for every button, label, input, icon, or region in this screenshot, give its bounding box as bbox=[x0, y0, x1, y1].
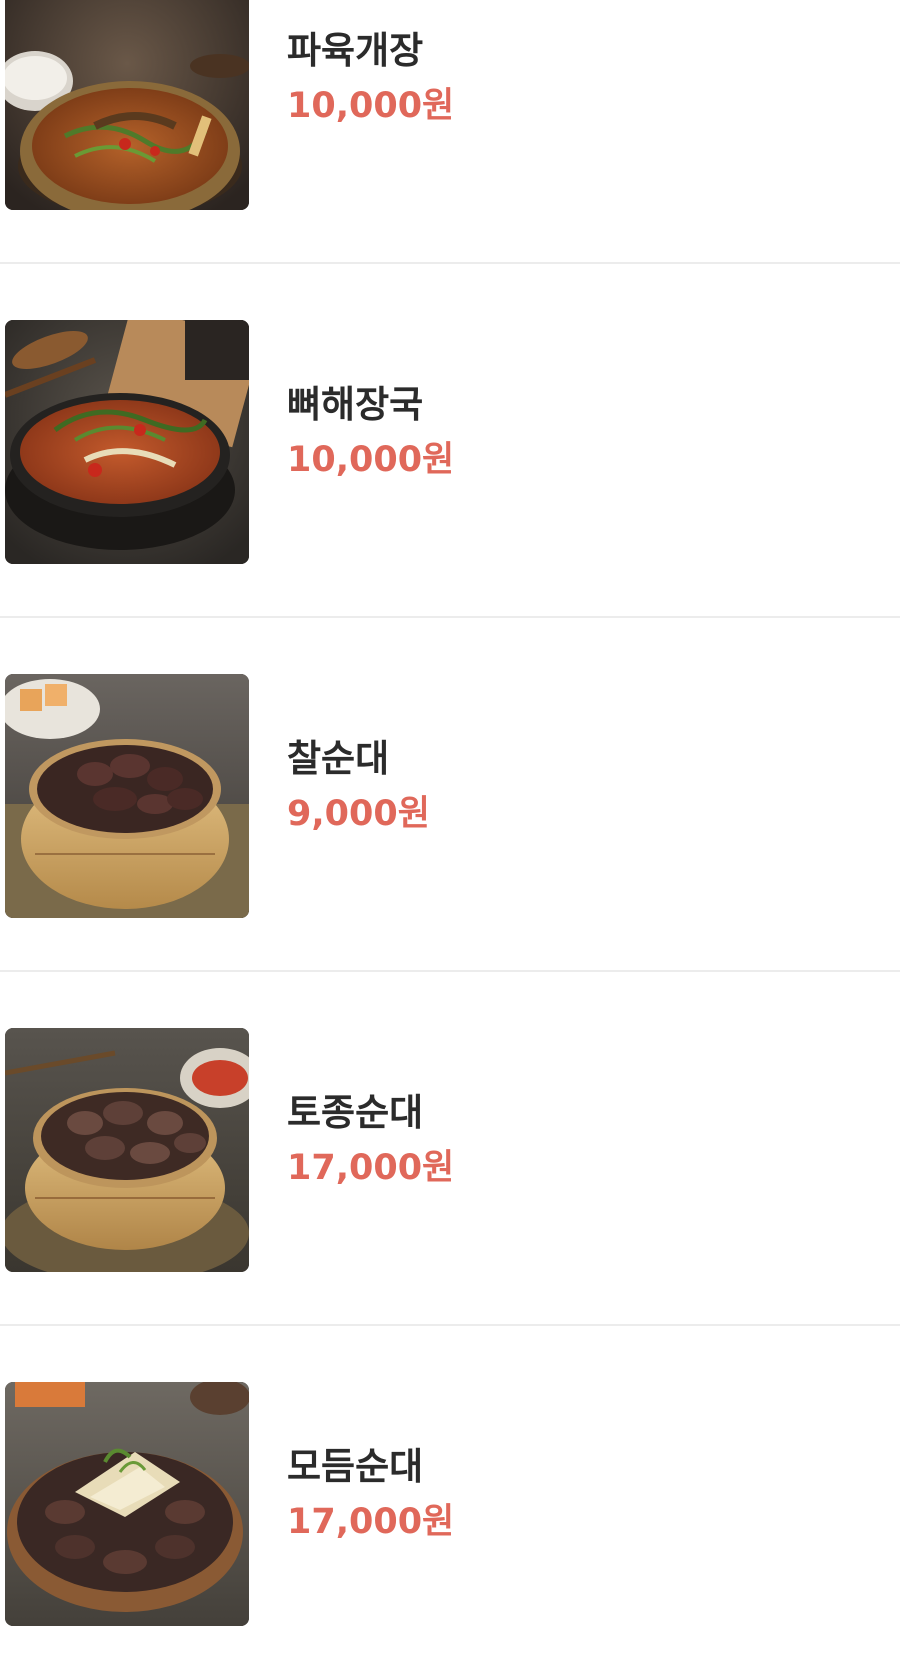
menu-item-info: 파육개장 10,000원 bbox=[287, 32, 454, 124]
menu-item-name: 뼈해장국 bbox=[287, 383, 424, 426]
menu-item-price: 9,000원 bbox=[287, 794, 430, 834]
menu-item[interactable]: 뼈해장국 10,000원 bbox=[0, 264, 900, 618]
menu-item-name: 파육개장 bbox=[287, 29, 424, 72]
haejangguk-bowl-icon bbox=[5, 320, 249, 564]
menu-item-price: 17,000원 bbox=[287, 1502, 455, 1542]
menu-item-info: 뼈해장국 10,000원 bbox=[287, 386, 454, 478]
menu-item-name: 찰순대 bbox=[287, 737, 390, 780]
menu-item-name: 모듬순대 bbox=[287, 1445, 424, 1488]
menu-item-info: 토종순대 17,000원 bbox=[287, 1094, 454, 1186]
menu-item-image[interactable] bbox=[5, 1382, 249, 1626]
menu-item[interactable]: 토종순대 17,000원 bbox=[0, 972, 900, 1326]
menu-item[interactable]: 찰순대 9,000원 bbox=[0, 618, 900, 972]
menu-item-image[interactable] bbox=[5, 674, 249, 918]
menu-item[interactable]: 파육개장 10,000원 bbox=[0, 0, 900, 264]
menu-item-image[interactable] bbox=[5, 0, 249, 210]
menu-item-info: 모듬순대 17,000원 bbox=[287, 1448, 454, 1540]
modeum-sundae-platter-icon bbox=[5, 1382, 249, 1626]
menu-item-price: 17,000원 bbox=[287, 1148, 455, 1188]
menu-item-image[interactable] bbox=[5, 1028, 249, 1272]
menu-item-price: 10,000원 bbox=[287, 440, 455, 480]
menu-item-image[interactable] bbox=[5, 320, 249, 564]
menu-item-price: 10,000원 bbox=[287, 86, 455, 126]
menu-item[interactable]: 모듬순대 17,000원 bbox=[0, 1326, 900, 1680]
menu-item-info: 찰순대 9,000원 bbox=[287, 740, 430, 832]
sundae-steamer-icon bbox=[5, 674, 249, 918]
menu-list: 파육개장 10,000원 뼈해장국 10,000원 찰순대 9,000원 토종순… bbox=[0, 0, 900, 1680]
yukgaejang-bowl-icon bbox=[5, 0, 249, 210]
tojong-sundae-steamer-icon bbox=[5, 1028, 249, 1272]
menu-item-name: 토종순대 bbox=[287, 1091, 424, 1134]
